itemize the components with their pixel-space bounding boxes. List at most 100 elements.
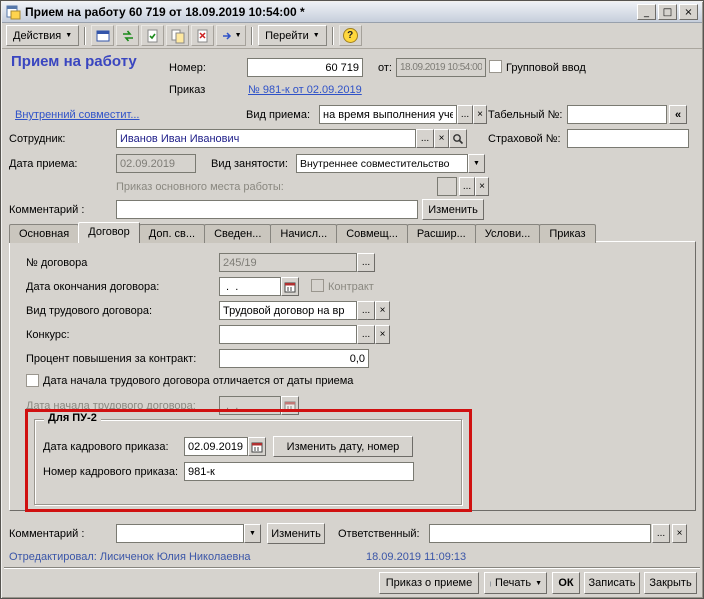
contract-checkbox [311, 279, 324, 292]
number-label: Номер: [169, 62, 206, 74]
order-label: Приказ [169, 84, 206, 96]
contract-type-select-button[interactable]: ... [357, 301, 375, 320]
comment-top-field[interactable] [116, 200, 418, 219]
save-button[interactable]: Записать [584, 572, 640, 594]
tab-osnovnaya[interactable]: Основная [9, 224, 80, 243]
contract-type-field[interactable] [219, 301, 357, 320]
contract-number-label: № договора [26, 257, 88, 269]
order-link[interactable]: № 981-к от 02.09.2019 [248, 84, 362, 96]
toolbar-refresh-button[interactable] [116, 25, 140, 46]
close-button[interactable]: × [679, 4, 698, 20]
tab-svedeniya[interactable]: Сведен... [204, 224, 272, 243]
comment-bottom-change-button[interactable]: Изменить [267, 523, 325, 544]
tab-dop-svedeniya[interactable]: Доп. св... [138, 224, 206, 243]
tab-rasshirennaya[interactable]: Расшир... [406, 224, 476, 243]
toolbar-delete-mark-button[interactable] [191, 25, 215, 46]
tab-strip: Основная Договор Доп. св... Сведен... На… [9, 222, 596, 243]
employment-kind-dropdown-button[interactable]: ▼ [468, 154, 485, 173]
employee-field[interactable] [116, 129, 416, 148]
tab-prikaz[interactable]: Приказ [539, 224, 596, 243]
pu2-change-date-number-button[interactable]: Изменить дату, номер [273, 436, 413, 457]
tab-nachisleniya[interactable]: Начисл... [270, 224, 338, 243]
calendar-icon [284, 282, 296, 292]
footer-separator [4, 567, 700, 569]
insurance-number-field[interactable] [567, 129, 689, 148]
close-form-button[interactable]: Закрыть [644, 572, 697, 594]
tab-sovmeshchenie[interactable]: Совмещ... [336, 224, 408, 243]
employment-type-link[interactable]: Внутренний совместит... [15, 109, 140, 121]
contract-type-label: Вид трудового договора: [26, 305, 152, 317]
toolbar-post-button[interactable] [141, 25, 165, 46]
maximize-button[interactable]: □ [658, 4, 677, 20]
chevron-down-icon: ▼ [234, 32, 242, 39]
comment-bottom-field[interactable] [116, 524, 244, 543]
edited-at-text: 18.09.2019 11:09:13 [366, 551, 467, 563]
employee-open-button[interactable] [449, 129, 467, 148]
hire-type-clear-button[interactable]: × [473, 105, 487, 124]
toolbar-reread-button[interactable] [91, 25, 115, 46]
employment-kind-label: Вид занятости: [211, 158, 288, 170]
end-date-field[interactable] [219, 277, 281, 296]
refresh-icon [122, 29, 133, 42]
tab-usloviya[interactable]: Услови... [474, 224, 541, 243]
group-entry-checkbox[interactable] [489, 60, 502, 73]
end-date-calendar-button[interactable] [281, 277, 299, 296]
ok-button[interactable]: ОК [552, 572, 580, 594]
employee-clear-button[interactable]: × [434, 129, 449, 148]
start-date-field [219, 396, 281, 415]
hire-type-label: Вид приема: [246, 109, 311, 121]
responsible-clear-button[interactable]: × [672, 524, 687, 543]
pu2-date-label: Дата кадрового приказа: [43, 441, 169, 453]
personnel-number-field[interactable] [567, 105, 667, 124]
print-button-label: Печать [495, 577, 532, 589]
pu2-number-field[interactable] [184, 462, 414, 481]
goto-button[interactable]: Перейти ▼ [258, 25, 327, 46]
comment-bottom-dropdown-button[interactable]: ▼ [244, 524, 261, 543]
responsible-select-button[interactable]: ... [652, 524, 670, 543]
competition-clear-button[interactable]: × [375, 325, 390, 344]
hire-date-label: Дата приема: [9, 158, 78, 170]
main-workplace-order-clear-button[interactable]: × [475, 177, 489, 196]
personnel-number-expand-button[interactable]: « [669, 105, 687, 124]
post-document-icon [147, 29, 158, 42]
hire-order-button[interactable]: Приказ о приеме [379, 572, 479, 594]
employee-label: Сотрудник: [9, 133, 66, 145]
comment-top-label: Комментарий : [9, 204, 85, 216]
raise-percent-label: Процент повышения за контракт: [26, 353, 197, 365]
minimize-button[interactable]: _ [637, 4, 656, 20]
toolbar-copy-button[interactable] [166, 25, 190, 46]
toolbar-go-link-button[interactable]: ▼ [216, 25, 247, 46]
employee-select-button[interactable]: ... [416, 129, 434, 148]
contract-number-select-button[interactable]: ... [357, 253, 375, 272]
contract-type-clear-button[interactable]: × [375, 301, 390, 320]
competition-select-button[interactable]: ... [357, 325, 375, 344]
actions-button-label: Действия [13, 29, 62, 42]
responsible-field[interactable] [429, 524, 651, 543]
edited-by-text: Отредактировал: Лисиченок Юлия Николаевн… [9, 551, 251, 563]
contract-number-field [219, 253, 357, 272]
pu2-date-calendar-button[interactable] [248, 437, 266, 456]
number-field[interactable] [247, 58, 363, 77]
chevron-down-icon: ▼ [249, 530, 256, 537]
comment-top-change-button[interactable]: Изменить [422, 199, 484, 220]
pu2-date-field[interactable] [184, 437, 248, 456]
page-title: Прием на работу [11, 53, 137, 70]
tab-dogovor[interactable]: Договор [78, 222, 140, 243]
start-date-differs-label: Дата начала трудового договора отличаетс… [43, 375, 354, 387]
toolbar-separator [331, 26, 334, 45]
hire-type-select-button[interactable]: ... [457, 105, 473, 124]
raise-percent-field[interactable] [219, 349, 369, 368]
toolbar-separator [84, 26, 87, 45]
main-workplace-order-label: Приказ основного места работы: [116, 181, 284, 193]
employment-kind-field[interactable] [296, 154, 468, 173]
pu2-number-label: Номер кадрового приказа: [43, 466, 179, 478]
actions-button[interactable]: Действия ▼ [6, 25, 80, 46]
printer-icon [490, 581, 492, 587]
print-button[interactable]: Печать ▼ [484, 572, 547, 594]
competition-field[interactable] [219, 325, 357, 344]
hire-type-field[interactable] [319, 105, 457, 124]
start-date-label: Дата начала трудового договора: [26, 400, 196, 412]
main-workplace-order-select-button[interactable]: ... [459, 177, 475, 196]
help-button[interactable]: ? [338, 25, 362, 46]
start-date-differs-checkbox[interactable] [26, 374, 39, 387]
